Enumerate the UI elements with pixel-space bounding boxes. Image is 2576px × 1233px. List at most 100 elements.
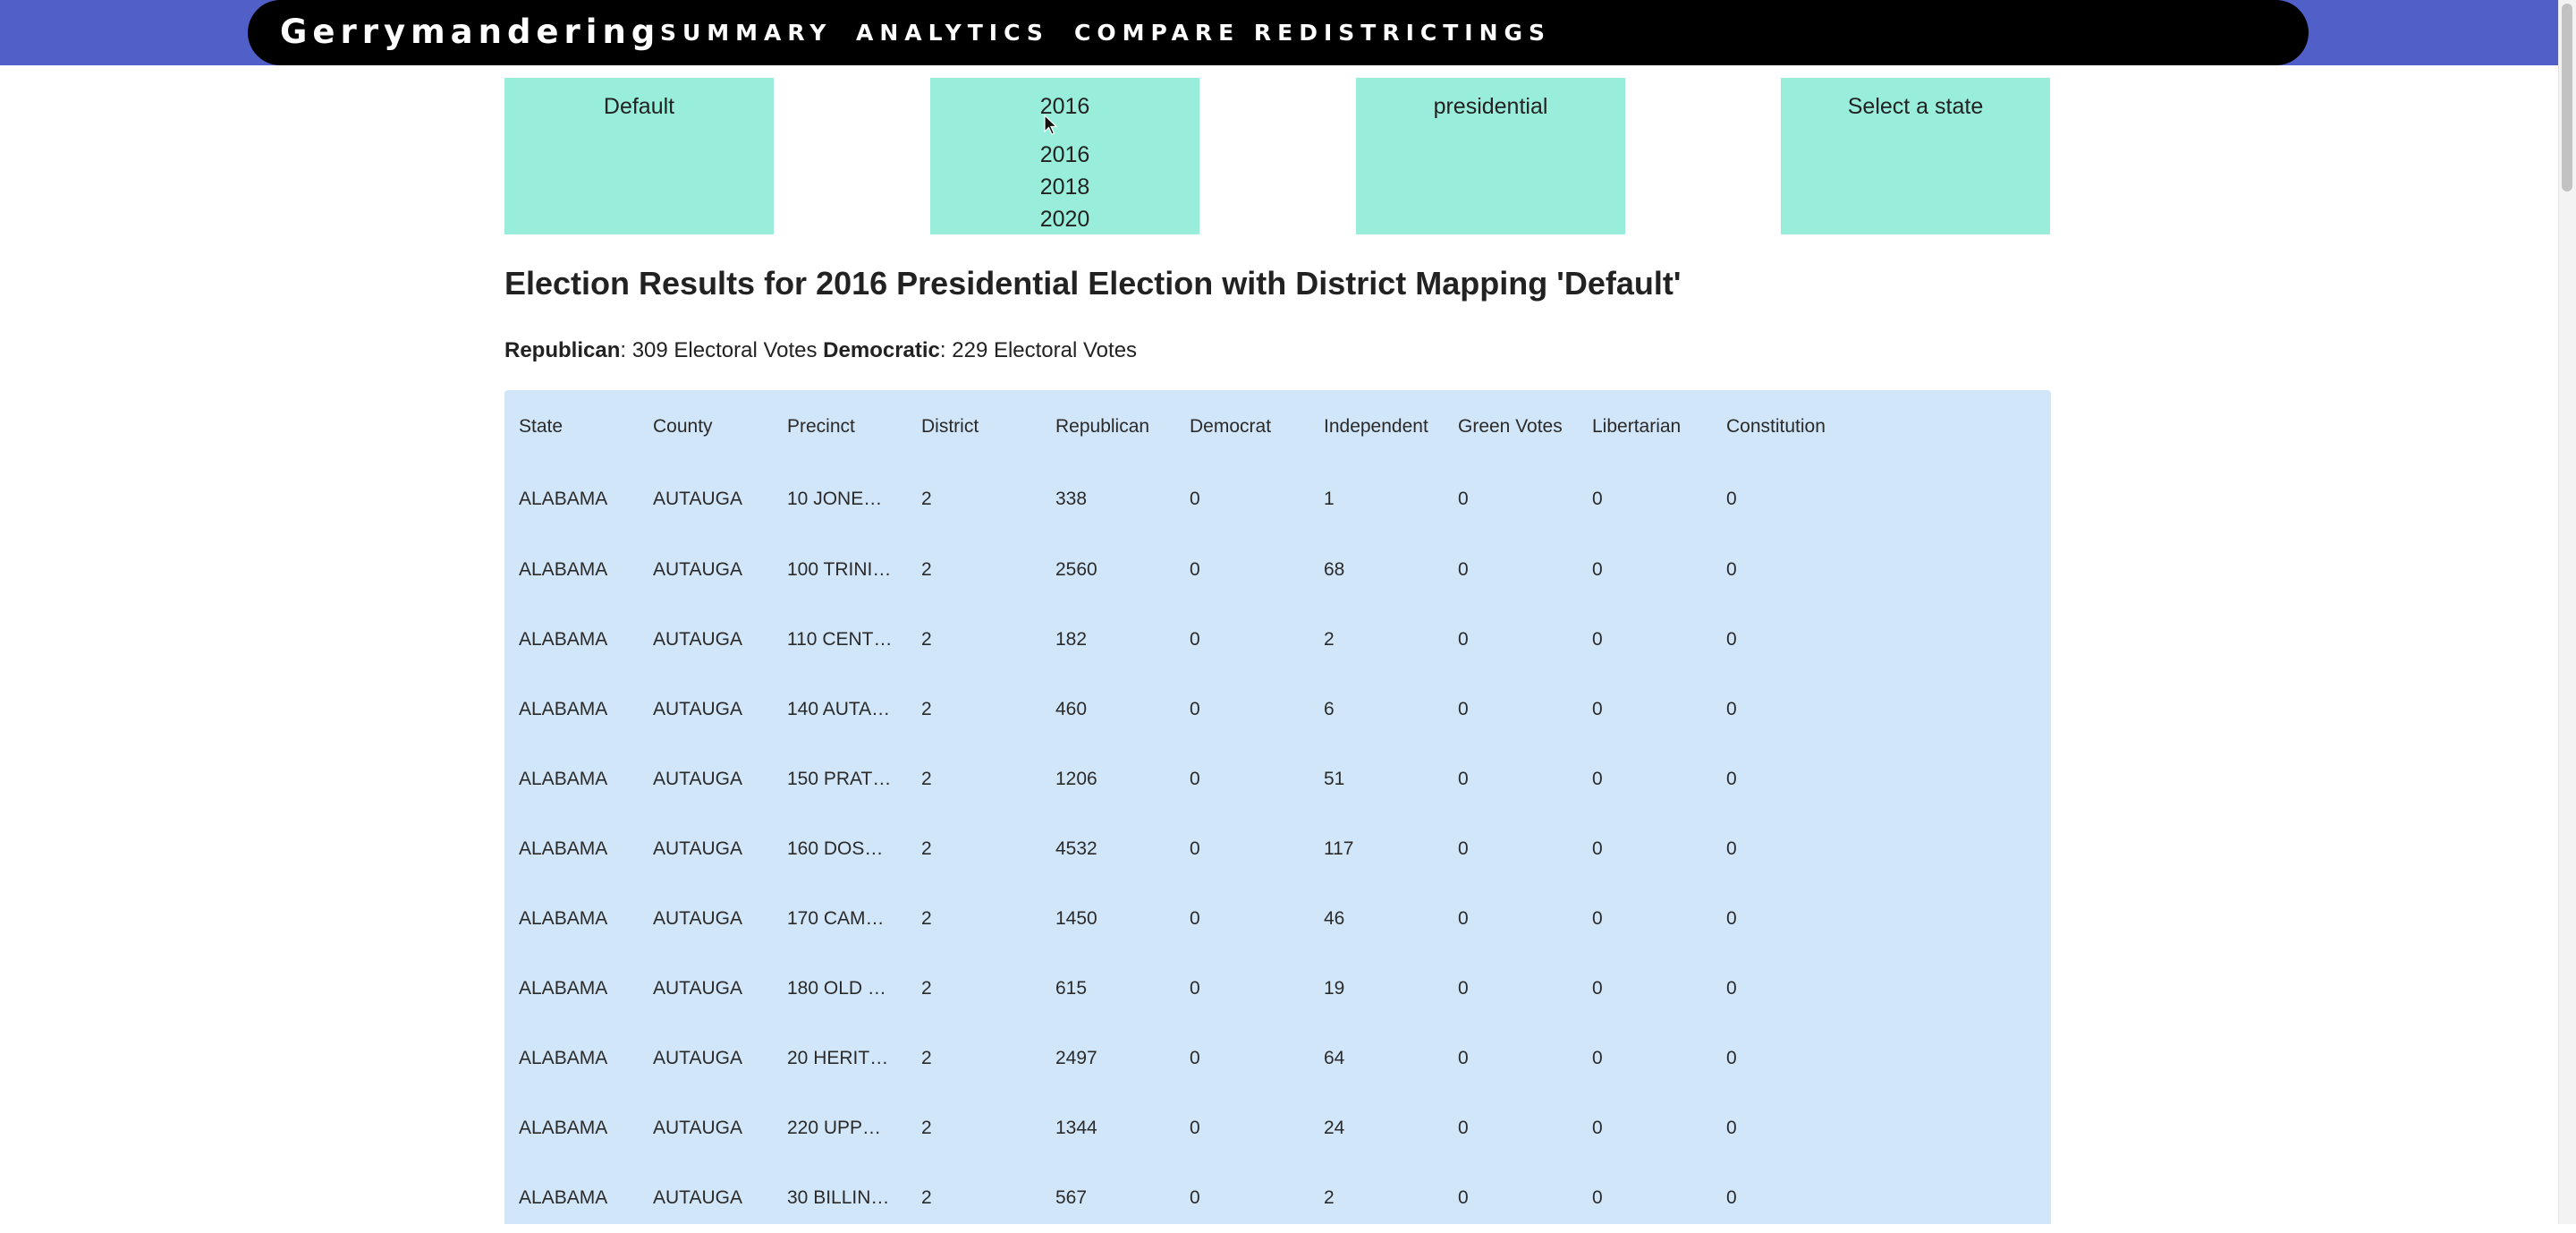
year-select[interactable]: 2016 2016 2018 2020 [930, 78, 1199, 234]
cell-independent-text: 64 [1324, 1048, 1345, 1068]
cell-republican-text: 460 [1055, 699, 1088, 719]
cell-district-text: 2 [921, 838, 932, 859]
cell-constitution: 0 [1712, 884, 1891, 954]
cell-green-votes-text: 0 [1458, 978, 1469, 999]
cell-constitution: 0 [1712, 814, 1891, 884]
cell-independent: 51 [1309, 744, 1444, 814]
cell-republican-text: 615 [1055, 978, 1088, 999]
cell-democrat: 0 [1175, 1163, 1309, 1233]
cell-precinct: 160 DOS… [773, 814, 907, 884]
column-header-district[interactable]: District [907, 390, 1041, 463]
cell-green-votes: 0 [1444, 675, 1578, 744]
nav-compare-redistrictings-link[interactable]: COMPARE REDISTRICTINGS [1074, 20, 1551, 46]
cell-county: AUTAUGA [639, 884, 773, 954]
cell-precinct: 30 BILLIN… [773, 1163, 907, 1233]
nav-summary-link[interactable]: SUMMARY [660, 20, 832, 46]
column-header-independent[interactable]: Independent [1309, 390, 1444, 463]
brand-logo[interactable]: Gerrymandering [280, 13, 660, 51]
cell-democrat: 0 [1175, 463, 1309, 535]
cell-democrat-text: 0 [1190, 1187, 1200, 1208]
table-row: ALABAMA AUTAUGA 160 DOS… 2 4532 0 117 0 0 0 [504, 814, 1891, 884]
cell-libertarian: 0 [1578, 535, 1712, 605]
election-type-select[interactable]: presidential [1356, 78, 1625, 234]
column-header-constitution[interactable]: Constitution [1712, 390, 1891, 463]
cell-county-text: AUTAUGA [653, 1187, 742, 1208]
cell-state: ALABAMA [504, 814, 639, 884]
column-header-democrat[interactable]: Democrat [1175, 390, 1309, 463]
election-type-value: presidential [1433, 94, 1548, 119]
table-row: ALABAMA AUTAUGA 150 PRAT… 2 1206 0 51 0 0 0 [504, 744, 1891, 814]
column-header-libertarian[interactable]: Libertarian [1578, 390, 1712, 463]
page-scrollbar[interactable] [2558, 0, 2576, 1224]
cell-county-text: AUTAUGA [653, 629, 742, 650]
cell-independent: 24 [1309, 1093, 1444, 1163]
cell-libertarian-text: 0 [1592, 1118, 1603, 1138]
cell-green-votes: 0 [1444, 744, 1578, 814]
cell-state-text: ALABAMA [519, 978, 608, 999]
cell-independent: 68 [1309, 535, 1444, 605]
column-header-precinct[interactable]: Precinct [773, 390, 907, 463]
cell-county: AUTAUGA [639, 1093, 773, 1163]
table-row: ALABAMA AUTAUGA 140 AUTA… 2 460 0 6 0 0 0 [504, 675, 1891, 744]
cell-precinct: 220 UPP… [773, 1093, 907, 1163]
cell-green-votes: 0 [1444, 535, 1578, 605]
table-row: ALABAMA AUTAUGA 220 UPP… 2 1344 0 24 0 0 0 [504, 1093, 1891, 1163]
cell-independent-text: 1 [1324, 489, 1335, 509]
scrollbar-thumb[interactable] [2562, 4, 2572, 191]
cell-county-text: AUTAUGA [653, 908, 742, 929]
cell-county-text: AUTAUGA [653, 769, 742, 789]
column-header-republican[interactable]: Republican [1041, 390, 1175, 463]
cell-precinct-text: 140 AUTA… [787, 699, 891, 719]
cell-constitution: 0 [1712, 1093, 1891, 1163]
cell-green-votes: 0 [1444, 884, 1578, 954]
cell-republican-text: 2497 [1055, 1048, 1097, 1068]
cell-district: 2 [907, 1024, 1041, 1093]
cell-democrat-text: 0 [1190, 629, 1200, 650]
cell-state: ALABAMA [504, 675, 639, 744]
cell-independent-text: 19 [1324, 978, 1345, 999]
cell-constitution: 0 [1712, 463, 1891, 535]
state-select[interactable]: Select a state [1781, 78, 2050, 234]
cell-libertarian: 0 [1578, 1163, 1712, 1233]
cell-libertarian: 0 [1578, 463, 1712, 535]
column-header-state[interactable]: State [504, 390, 639, 463]
year-option-2016[interactable]: 2016 [930, 139, 1199, 171]
cell-green-votes: 0 [1444, 954, 1578, 1024]
cell-democrat-text: 0 [1190, 838, 1200, 859]
cell-republican-text: 182 [1055, 629, 1088, 650]
year-options-list: 2016 2018 2020 [930, 139, 1199, 235]
cell-district: 2 [907, 605, 1041, 675]
cell-state: ALABAMA [504, 605, 639, 675]
cell-democrat-text: 0 [1190, 559, 1200, 580]
cell-precinct-text: 110 CENT… [787, 629, 893, 650]
cell-independent: 6 [1309, 675, 1444, 744]
year-selected-value: 2016 [1039, 94, 1090, 119]
cell-libertarian: 0 [1578, 675, 1712, 744]
district-mapping-select[interactable]: Default [504, 78, 774, 234]
cell-democrat-text: 0 [1190, 1048, 1200, 1068]
nav-analytics-link[interactable]: ANALYTICS [856, 20, 1049, 46]
cell-county: AUTAUGA [639, 744, 773, 814]
column-header-county[interactable]: County [639, 390, 773, 463]
cell-district-text: 2 [921, 629, 932, 650]
cell-libertarian-text: 0 [1592, 699, 1603, 719]
cell-precinct: 140 AUTA… [773, 675, 907, 744]
electoral-votes-summary: Republican: 309 Electoral Votes Democrat… [504, 338, 1137, 363]
year-option-2018[interactable]: 2018 [930, 171, 1199, 203]
cell-libertarian-text: 0 [1592, 629, 1603, 650]
cell-district: 2 [907, 744, 1041, 814]
cell-green-votes: 0 [1444, 1163, 1578, 1233]
cell-democrat-text: 0 [1190, 769, 1200, 789]
cell-constitution-text: 0 [1726, 559, 1737, 580]
year-option-2020[interactable]: 2020 [930, 203, 1199, 235]
cell-county: AUTAUGA [639, 954, 773, 1024]
column-header-green-votes[interactable]: Green Votes [1444, 390, 1578, 463]
cell-state-text: ALABAMA [519, 1048, 608, 1068]
cell-constitution-text: 0 [1726, 838, 1737, 859]
cell-state: ALABAMA [504, 884, 639, 954]
cell-county-text: AUTAUGA [653, 699, 742, 719]
cell-precinct-text: 20 HERIT… [787, 1048, 889, 1068]
cell-democrat-text: 0 [1190, 908, 1200, 929]
cell-county-text: AUTAUGA [653, 978, 742, 999]
cell-precinct-text: 160 DOS… [787, 838, 884, 859]
